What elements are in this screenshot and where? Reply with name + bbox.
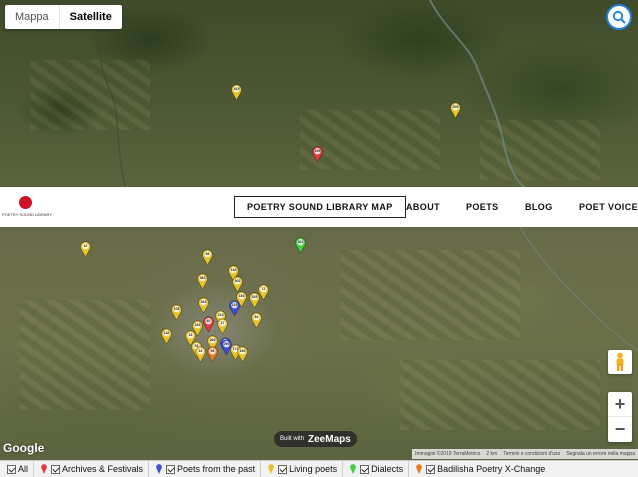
legend-bar: All Archives & Festivals Poets from the … (0, 460, 638, 477)
river-lines (89, 0, 638, 351)
map-marker[interactable]: 363 (197, 273, 208, 289)
map-attribution: Immagini ©2019 TerraMetrics 2 km Termini… (412, 449, 638, 459)
map-marker[interactable]: 180 (237, 346, 248, 362)
legend-label: Living poets (289, 464, 338, 474)
zoom-out-button[interactable]: − (608, 417, 632, 442)
marker-label: 27 (220, 321, 225, 325)
map-marker[interactable]: 27 (217, 318, 228, 334)
nav-item-poet-voice[interactable]: POET VOICE P (579, 187, 638, 227)
map-marker[interactable]: 84 (251, 312, 262, 328)
terms-link[interactable]: Termini e condizioni d'uso (500, 449, 563, 459)
checkbox-icon[interactable] (426, 464, 436, 474)
marker-label: 329 (251, 295, 258, 299)
nav-item-about[interactable]: ABOUT (406, 187, 440, 227)
pin-icon (350, 464, 356, 474)
pin-icon (416, 464, 422, 474)
map-marker[interactable]: 304 (198, 297, 209, 313)
checkbox-icon[interactable] (51, 464, 61, 474)
marker-label: 42 (83, 244, 88, 248)
map-marker[interactable]: 419 (231, 84, 242, 100)
legend-item-living-poets[interactable]: Living poets (261, 460, 344, 477)
pin-icon (41, 464, 47, 474)
zoom-in-button[interactable]: + (608, 392, 632, 417)
map-marker[interactable]: 329 (249, 292, 260, 308)
marker-label: 84 (254, 315, 259, 319)
nav-item-blog[interactable]: BLOG (525, 187, 553, 227)
checkbox-icon[interactable] (7, 464, 16, 474)
legend-label: Archives & Festivals (62, 464, 144, 474)
scale-label[interactable]: 2 km (483, 449, 500, 459)
pegman-icon (616, 352, 624, 371)
map-marker[interactable]: 301 (295, 237, 306, 253)
map-marker[interactable]: 32 (195, 346, 206, 362)
map-marker[interactable]: 108 (171, 304, 182, 320)
legend-label: Dialects (371, 464, 404, 474)
legend-item-all[interactable]: All (0, 460, 35, 477)
marker-label: 118 (163, 331, 170, 335)
marker-label: 163 (194, 323, 201, 327)
marker-label: 301 (297, 240, 304, 244)
pin-icon (268, 464, 274, 474)
map-marker[interactable]: 60 (203, 316, 214, 332)
search-button[interactable] (606, 4, 632, 30)
marker-label: 419 (233, 87, 240, 91)
legend-item-poets-from-the-past[interactable]: Poets from the past (149, 460, 262, 477)
built-with-zeemaps[interactable]: Built with ZeeMaps (274, 431, 357, 447)
legend-label: All (18, 464, 29, 474)
marker-label: 60 (206, 319, 211, 323)
legend-label: Poets from the past (177, 464, 256, 474)
marker-label: 72 (261, 287, 266, 291)
street-view-pegman[interactable] (608, 350, 632, 374)
nav-item-map[interactable]: POETRY SOUND LIBRARY MAP (234, 196, 406, 218)
marker-label: 108 (173, 307, 180, 311)
checkbox-icon[interactable] (278, 464, 288, 474)
imagery-credit: Immagini ©2019 TerraMetrics (415, 451, 481, 457)
legend-item-badilisha[interactable]: Badilisha Poetry X-Change (409, 461, 550, 477)
marker-label: 123 (231, 303, 238, 307)
map-marker[interactable]: 123 (229, 300, 240, 316)
search-icon (612, 10, 626, 24)
marker-label: 154 (238, 294, 245, 298)
map-canvas[interactable]: 419 209 165 42 301 85 108 363 154 302 72 329 154 123 3… (0, 0, 638, 460)
marker-label: 85 (205, 252, 210, 256)
built-with-prefix: Built with (280, 436, 305, 442)
marker-label: 154 (230, 268, 237, 272)
marker-label: 302 (234, 279, 241, 283)
map-marker[interactable]: 209 (450, 102, 461, 118)
map-marker[interactable]: 42 (80, 241, 91, 257)
map-type-satellite-button[interactable]: Satellite (58, 5, 122, 29)
map-type-map-button[interactable]: Mappa (5, 5, 59, 29)
marker-label: 96 (210, 349, 215, 353)
marker-label: 180 (239, 349, 246, 353)
site-logo[interactable]: POETRY SOUND LIBRARY (2, 193, 53, 221)
marker-label: 209 (452, 105, 459, 109)
marker-label: 363 (199, 276, 206, 280)
marker-label: 304 (200, 300, 207, 304)
legend-item-dialects[interactable]: Dialects (343, 460, 410, 477)
map-marker[interactable]: 85 (202, 249, 213, 265)
legend-label: Badilisha Poetry X-Change (437, 464, 546, 474)
marker-label: 214 (217, 313, 224, 317)
marker-label: 32 (198, 349, 203, 353)
marker-label: 264 (209, 338, 216, 342)
marker-label: 33 (188, 333, 193, 337)
map-marker[interactable]: 302 (232, 276, 243, 292)
zoom-control: + − (608, 392, 632, 442)
report-error-link[interactable]: Segnala un errore nella mappa (563, 449, 638, 459)
map-marker[interactable]: 165 (312, 146, 323, 162)
legend-item-archives-festivals[interactable]: Archives & Festivals (34, 460, 150, 477)
map-marker[interactable]: 96 (207, 346, 218, 362)
logo-mark-icon (19, 196, 32, 209)
marker-label: 165 (314, 149, 321, 153)
map-type-control: Mappa Satellite (5, 5, 122, 29)
google-logo[interactable]: Google (3, 441, 44, 455)
pin-icon (156, 464, 162, 474)
logo-text: POETRY SOUND LIBRARY (2, 212, 53, 217)
nav-item-poets[interactable]: POETS (466, 187, 499, 227)
site-navbar: POETRY SOUND LIBRARY POETRY SOUND LIBRAR… (0, 187, 638, 227)
checkbox-icon[interactable] (166, 464, 176, 474)
checkbox-icon[interactable] (360, 464, 370, 474)
map-marker[interactable]: 118 (161, 328, 172, 344)
zeemaps-brand: ZeeMaps (308, 433, 351, 445)
